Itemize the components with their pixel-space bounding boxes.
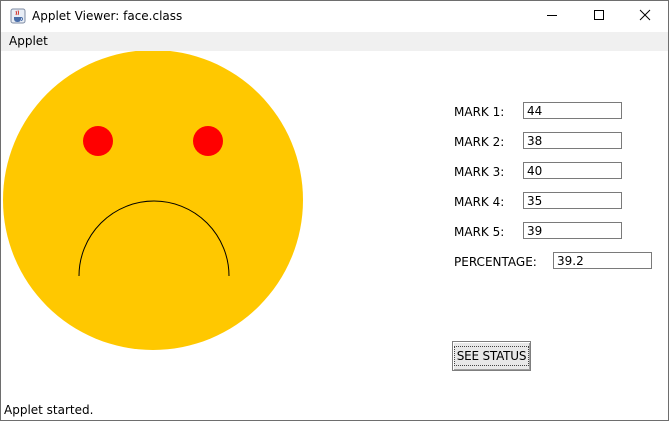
face-circle [3, 51, 303, 350]
status-text: Applet started. [4, 403, 94, 417]
see-status-button[interactable]: SEE STATUS [452, 341, 531, 371]
mark3-label: MARK 3: [454, 165, 505, 179]
mark2-label: MARK 2: [454, 135, 505, 149]
minimize-icon [546, 9, 558, 24]
left-eye [83, 126, 113, 156]
percentage-field[interactable] [553, 252, 652, 269]
menu-bar: Applet [1, 32, 668, 51]
applet-viewer-window: Applet Viewer: face.class Applet MARK 1:… [0, 0, 669, 421]
minimize-button[interactable] [529, 1, 575, 32]
see-status-label: SEE STATUS [453, 346, 530, 366]
mark3-field[interactable] [523, 162, 622, 179]
applet-canvas: MARK 1: MARK 2: MARK 3: MARK 4: MARK 5: … [1, 51, 668, 401]
status-bar: Applet started. [1, 401, 668, 420]
percentage-label: PERCENTAGE: [454, 255, 537, 269]
java-cup-icon [10, 8, 26, 24]
mark4-field[interactable] [523, 192, 622, 209]
title-bar[interactable]: Applet Viewer: face.class [1, 1, 668, 32]
mark1-label: MARK 1: [454, 105, 505, 119]
close-icon [639, 9, 651, 24]
right-eye [193, 126, 223, 156]
maximize-icon [593, 9, 605, 24]
mark5-field[interactable] [523, 222, 622, 239]
mark2-field[interactable] [523, 132, 622, 149]
mark4-label: MARK 4: [454, 195, 505, 209]
menu-applet[interactable]: Applet [9, 34, 48, 48]
close-button[interactable] [622, 1, 668, 32]
maximize-button[interactable] [576, 1, 622, 32]
mark5-label: MARK 5: [454, 225, 505, 239]
window-title: Applet Viewer: face.class [32, 9, 183, 23]
mark1-field[interactable] [523, 102, 622, 119]
